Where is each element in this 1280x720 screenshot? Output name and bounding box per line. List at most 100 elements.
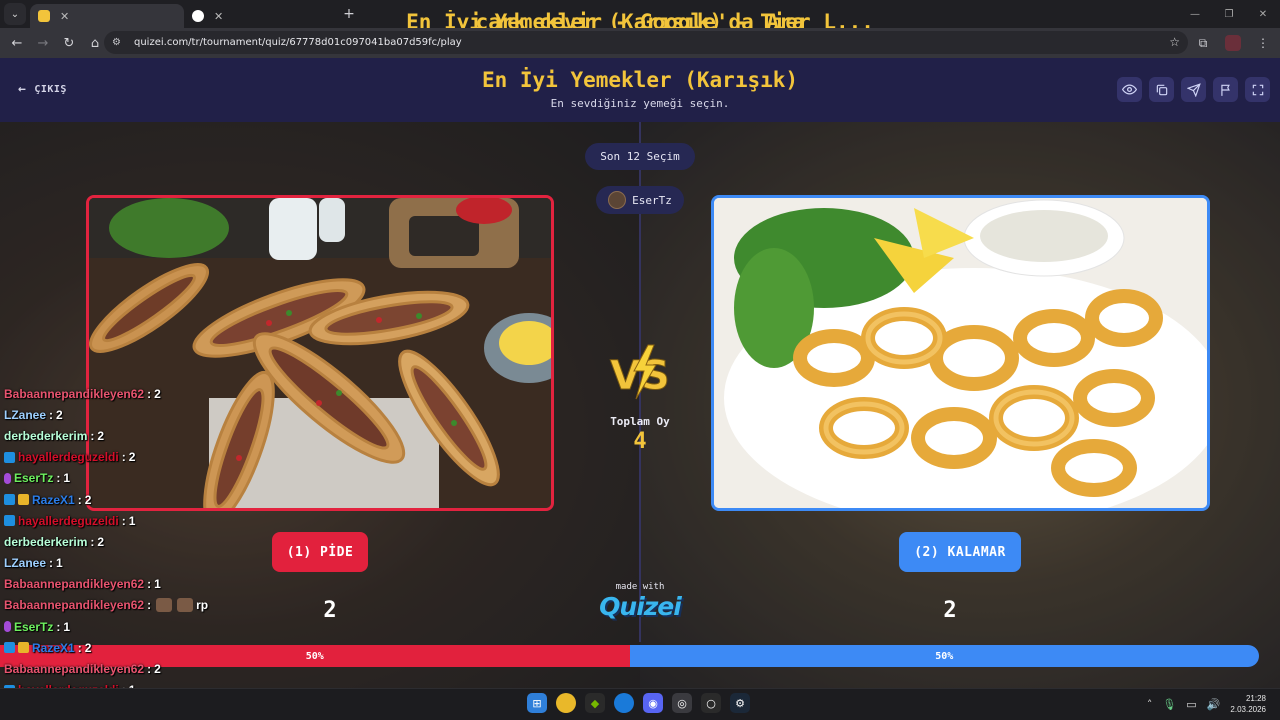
- minimize-icon[interactable]: —: [1178, 0, 1212, 28]
- chat-username: hayallerdeguzeldi: [18, 450, 119, 465]
- close-window-icon[interactable]: ✕: [1246, 0, 1280, 28]
- chat-message: Babaannepandikleyen62:2: [4, 383, 264, 404]
- versus-icon: VS: [604, 341, 676, 403]
- discord-icon[interactable]: ◉: [643, 693, 663, 713]
- quizei-logo[interactable]: Quizei: [595, 592, 685, 621]
- option-2-count: 2: [943, 598, 957, 623]
- chat-message: Babaannepandikleyen62:1: [4, 574, 264, 595]
- chat-message: hayallerdeguzeldi:1: [4, 510, 264, 531]
- chat-message: Babaannepandikleyen62: rp: [4, 595, 264, 616]
- option-1-percent: 50%: [305, 650, 324, 662]
- chat-username: LZanee: [4, 556, 47, 571]
- mic-badge-icon: [4, 621, 11, 633]
- chrome-icon[interactable]: [556, 693, 576, 713]
- chat-separator: :: [90, 534, 95, 549]
- chat-username: derbederkerim: [4, 534, 88, 549]
- address-bar: ← → ↻ ⌂ ⚙ quizei.com/tr/tournament/quiz/…: [0, 28, 1280, 58]
- windows-start-icon[interactable]: ⊞: [527, 693, 547, 713]
- reload-icon[interactable]: ↻: [56, 30, 82, 56]
- option-2-button[interactable]: (2) KALAMAR: [899, 532, 1021, 572]
- taskbar-apps: ⊞ ◆ ◉ ◎ ○ ⚙: [527, 693, 750, 713]
- profile-avatar[interactable]: [1222, 30, 1244, 56]
- chat-username: Babaannepandikleyen62: [4, 577, 145, 592]
- quiz-header: ← ÇIKIŞ En İyi Yemekler (Karışık) En sev…: [0, 58, 1280, 122]
- chrome-active-icon[interactable]: ◎: [672, 693, 692, 713]
- option-2-image[interactable]: [711, 195, 1210, 511]
- window-controls: — ❐ ✕: [1178, 0, 1280, 28]
- bookmark-star-icon[interactable]: ☆: [1169, 35, 1180, 49]
- tray-chevron-icon[interactable]: ˄: [1147, 698, 1153, 711]
- chat-username: EserTz: [14, 619, 54, 634]
- chat-vote-value: 1: [128, 513, 136, 528]
- chat-vote-value: 2: [56, 407, 63, 422]
- url-text: quizei.com/tr/tournament/quiz/67778d01c0…: [134, 37, 462, 48]
- chat-username: RazeX1: [32, 640, 75, 655]
- chat-vote-value: 1: [63, 471, 71, 486]
- chat-separator: :: [56, 619, 61, 634]
- chat-separator: :: [49, 556, 54, 571]
- chat-vote-value: 1: [56, 556, 63, 571]
- forward-icon[interactable]: →: [30, 30, 56, 56]
- chat-text: rp: [196, 598, 209, 613]
- chat-separator: :: [121, 450, 126, 465]
- site-info-icon[interactable]: ⚙: [112, 37, 126, 48]
- system-tray: ˄ 🎙 ▭ 🔊 21:28 2.03.2026: [1147, 693, 1266, 715]
- chat-separator: :: [56, 471, 61, 486]
- quiz-title: En İyi Yemekler (Karışık): [481, 68, 799, 92]
- total-votes-label: Toplam Oy: [610, 415, 670, 428]
- clock[interactable]: 21:28 2.03.2026: [1230, 693, 1266, 715]
- chat-vote-value: 1: [154, 577, 161, 592]
- copy-icon[interactable]: [1149, 77, 1174, 102]
- chat-username: LZanee: [4, 407, 47, 422]
- back-icon[interactable]: ←: [4, 30, 30, 56]
- windows-taskbar: ⊞ ◆ ◉ ◎ ○ ⚙ ˄ 🎙 ▭ 🔊 21:28 2.03.2026: [0, 688, 1280, 720]
- chat-message: hayallerdeguzeldi:2: [4, 447, 264, 468]
- chat-message: derbederkerim:2: [4, 531, 264, 552]
- fullscreen-icon[interactable]: [1245, 77, 1270, 102]
- header-tools: [1117, 77, 1270, 102]
- chat-username: EserTz: [14, 471, 54, 486]
- nvidia-icon[interactable]: ◆: [585, 693, 605, 713]
- chat-message: hayallerdeguzeldi:1: [4, 680, 264, 688]
- sub-badge-icon: [18, 494, 29, 506]
- emote-icon: [156, 598, 173, 613]
- volume-icon[interactable]: 🔊: [1207, 698, 1221, 711]
- made-with-label: made with: [615, 582, 665, 592]
- network-icon[interactable]: ▭: [1186, 698, 1196, 711]
- chat-separator: :: [147, 662, 152, 677]
- clock-time: 21:28: [1245, 694, 1266, 703]
- send-icon[interactable]: [1181, 77, 1206, 102]
- chat-vote-value: 2: [97, 534, 105, 549]
- chat-username: hayallerdeguzeldi: [18, 513, 119, 528]
- opera-gx-icon[interactable]: ○: [701, 693, 721, 713]
- chat-username: Babaannepandikleyen62: [4, 662, 145, 677]
- chat-vote-value: 2: [84, 640, 92, 655]
- eye-icon[interactable]: [1117, 77, 1142, 102]
- tab-google[interactable]: çark çevir - Google'da Ara ✕: [184, 4, 804, 34]
- steam-icon[interactable]: ⚙: [730, 693, 750, 713]
- sub-badge-icon: [18, 642, 29, 654]
- quiz-subtitle: En sevdiğiniz yemeği seçin.: [550, 97, 730, 110]
- microphone-icon[interactable]: 🎙: [1162, 698, 1176, 711]
- chat-separator: :: [90, 428, 95, 443]
- extensions-icon[interactable]: ⧉: [1192, 30, 1214, 56]
- chat-message: LZanee:1: [4, 553, 264, 574]
- emote-icon: [177, 598, 194, 613]
- url-field[interactable]: ⚙ quizei.com/tr/tournament/quiz/67778d01…: [104, 31, 1188, 54]
- flag-icon[interactable]: [1213, 77, 1238, 102]
- chat-message: Babaannepandikleyen62:2: [4, 658, 264, 679]
- restore-icon[interactable]: ❐: [1212, 0, 1246, 28]
- option-1-button[interactable]: (1) PİDE: [272, 532, 368, 572]
- chat-vote-value: 1: [63, 619, 71, 634]
- chat-separator: :: [49, 407, 54, 422]
- edge-icon[interactable]: [614, 693, 634, 713]
- chat-vote-value: 2: [97, 428, 105, 443]
- chat-username: Babaannepandikleyen62: [4, 598, 145, 613]
- menu-icon[interactable]: ⋮: [1252, 30, 1274, 56]
- recent-choices-button[interactable]: Son 12 Seçim: [585, 143, 695, 170]
- chat-vote-value: 2: [154, 662, 161, 677]
- chat-vote-value: 2: [154, 386, 161, 401]
- chat-message: EserTz:1: [4, 616, 264, 637]
- chat-message: EserTz:1: [4, 468, 264, 489]
- prime-badge-icon: [4, 642, 15, 654]
